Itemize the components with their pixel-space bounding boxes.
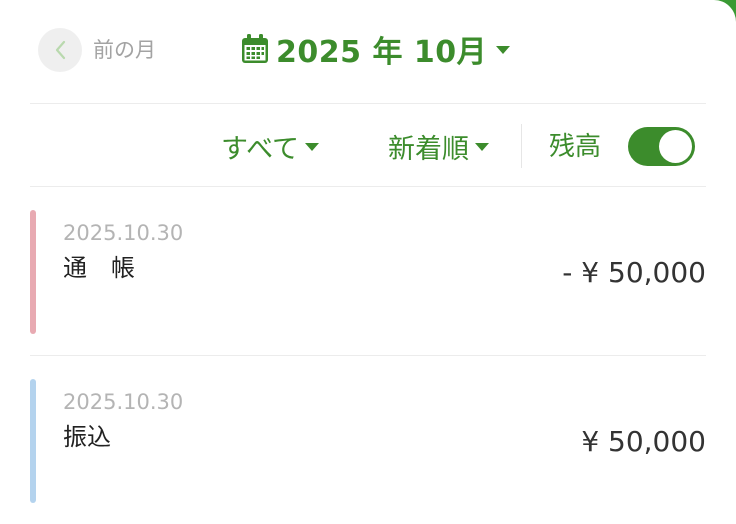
caret-down-icon [475,143,489,151]
category-filter-label: すべて [221,133,300,165]
transaction-row[interactable]: 2025.10.30 通 帳 - ¥ 50,000 [30,210,706,334]
current-month-label: 2025 年 10月 [276,35,488,70]
transaction-color-bar [30,379,36,503]
transactions-screen: 前の月 2025 年 10月 すべて 新着順 残高 2025.10.30 通 帳… [0,0,736,524]
transaction-title: 振込 [63,423,111,451]
balance-toggle[interactable] [628,127,695,166]
transaction-row[interactable]: 2025.10.30 振込 ¥ 50,000 [30,379,706,503]
previous-month-label[interactable]: 前の月 [93,36,156,64]
filter-separator [521,124,522,168]
transaction-color-bar [30,210,36,334]
transaction-title: 通 帳 [63,254,135,282]
header-divider [30,103,706,104]
transaction-amount: - ¥ 50,000 [562,256,706,289]
toggle-knob [659,130,692,163]
transaction-date: 2025.10.30 [63,221,184,245]
sort-order-label: 新着順 [388,133,469,165]
transaction-date: 2025.10.30 [63,390,184,414]
caret-down-icon [496,46,511,54]
month-header: 前の月 2025 年 10月 [0,0,736,100]
filter-divider [30,186,706,187]
balance-toggle-label: 残高 [549,132,602,162]
chevron-left-icon [55,40,66,60]
sort-order-dropdown[interactable]: 新着順 [388,128,489,165]
month-selector[interactable]: 2025 年 10月 [240,26,511,72]
transaction-amount: ¥ 50,000 [581,425,706,458]
caret-down-icon [305,143,320,151]
calendar-icon [242,34,268,63]
previous-month-button[interactable] [38,28,82,72]
category-filter-dropdown[interactable]: すべて [221,128,320,165]
row-divider [30,355,706,356]
